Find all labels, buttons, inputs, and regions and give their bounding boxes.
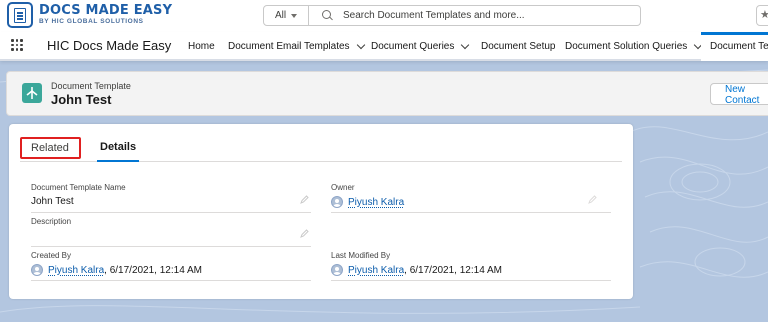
nav-item-label: Document Setup xyxy=(481,41,556,52)
field-description: Description xyxy=(31,217,311,247)
nav-item-document-email-templates[interactable]: Document Email Templates xyxy=(228,40,365,52)
search-icon xyxy=(322,10,333,21)
record-object-type: Document Template xyxy=(51,81,131,91)
document-template-icon xyxy=(22,83,42,103)
field-label: Created By xyxy=(31,251,72,260)
field-value: Piyush Kalra , 6/17/2021, 12:14 AM xyxy=(331,264,502,276)
field-label: Owner xyxy=(331,183,355,192)
global-header: DOCS MADE EASY BY HIC GLOBAL SOLUTIONS A… xyxy=(0,0,768,32)
field-label: Document Template Name xyxy=(31,183,126,192)
field-value: Piyush Kalra xyxy=(331,196,404,208)
nav-item-label: Document Solution Queries xyxy=(565,41,688,52)
favorites-button[interactable]: ★ xyxy=(756,5,768,26)
app-launcher-icon[interactable] xyxy=(11,39,23,51)
logo-subtitle: BY HIC GLOBAL SOLUTIONS xyxy=(39,18,144,26)
modified-by-user-link[interactable]: Piyush Kalra xyxy=(348,265,404,276)
search-box[interactable] xyxy=(309,5,641,26)
star-icon: ★ xyxy=(760,9,768,21)
user-avatar-icon xyxy=(31,264,43,276)
owner-link[interactable]: Piyush Kalra xyxy=(348,197,404,208)
search-scope-dropdown[interactable]: All xyxy=(263,5,309,26)
app-navigation-bar: HIC Docs Made Easy Home Document Email T… xyxy=(0,32,768,61)
new-contact-button[interactable]: New Contact xyxy=(710,83,768,106)
field-value: John Test xyxy=(31,196,74,207)
pencil-icon[interactable] xyxy=(300,195,309,204)
field-last-modified-by: Last Modified By Piyush Kalra , 6/17/202… xyxy=(331,251,611,281)
search-input[interactable] xyxy=(343,10,623,21)
tab-details[interactable]: Details xyxy=(97,137,140,162)
record-header: Document Template John Test New Contact xyxy=(6,71,768,116)
field-value: Piyush Kalra , 6/17/2021, 12:14 AM xyxy=(31,264,202,276)
pencil-icon[interactable] xyxy=(300,229,309,238)
nav-item-document-templates-active[interactable]: Document Tem xyxy=(701,32,768,61)
app-name: HIC Docs Made Easy xyxy=(47,38,172,53)
chevron-down-icon[interactable] xyxy=(356,40,365,49)
modified-by-date: , 6/17/2021, 12:14 AM xyxy=(404,264,502,276)
caret-down-icon xyxy=(291,13,298,18)
record-tabs: Related Details xyxy=(20,137,622,162)
nav-item-home[interactable]: Home xyxy=(188,41,215,52)
record-details-card: Related Details Document Template Name J… xyxy=(9,124,633,299)
field-document-template-name: Document Template Name John Test xyxy=(31,183,311,213)
user-avatar-icon xyxy=(331,196,343,208)
field-label: Description xyxy=(31,217,72,226)
nav-item-label: Home xyxy=(188,41,215,52)
logo-title: DOCS MADE EASY xyxy=(39,3,173,19)
change-owner-icon[interactable] xyxy=(588,195,597,204)
created-by-date: , 6/17/2021, 12:14 AM xyxy=(104,264,202,276)
app-logo[interactable]: DOCS MADE EASY BY HIC GLOBAL SOLUTIONS xyxy=(7,2,172,28)
chevron-down-icon[interactable] xyxy=(461,40,470,49)
global-search: All xyxy=(263,5,641,26)
nav-item-document-queries[interactable]: Document Queries xyxy=(371,40,470,52)
search-scope-label: All xyxy=(274,10,287,21)
user-avatar-icon xyxy=(331,264,343,276)
nav-item-label: Document Email Templates xyxy=(228,41,350,52)
field-owner: Owner Piyush Kalra xyxy=(331,183,611,213)
field-created-by: Created By Piyush Kalra , 6/17/2021, 12:… xyxy=(31,251,311,281)
nav-item-label: Document Queries xyxy=(371,41,455,52)
created-by-user-link[interactable]: Piyush Kalra xyxy=(48,265,104,276)
nav-item-document-solution-queries[interactable]: Document Solution Queries xyxy=(565,40,703,52)
document-logo-icon xyxy=(7,2,33,28)
record-title: John Test xyxy=(51,92,112,107)
field-label: Last Modified By xyxy=(331,251,391,260)
nav-item-label: Document Tem xyxy=(710,41,768,52)
nav-item-document-setup[interactable]: Document Setup xyxy=(481,41,556,52)
tab-related[interactable]: Related xyxy=(20,137,81,159)
